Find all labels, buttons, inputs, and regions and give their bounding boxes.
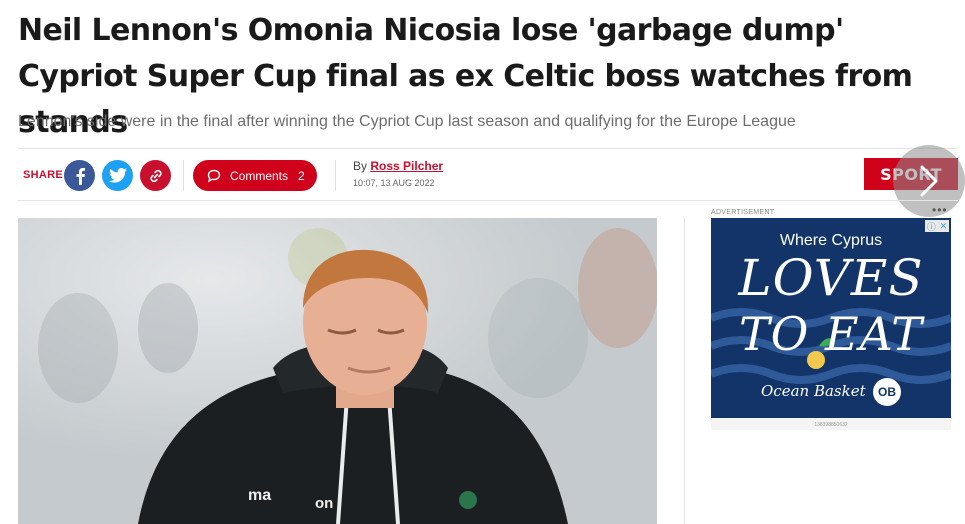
hero-image[interactable]: ma on bbox=[18, 218, 657, 524]
ad-headline-to-eat: TO EAT bbox=[739, 307, 923, 361]
advertisement-label: ADVERTISEMENT bbox=[711, 209, 775, 216]
publish-datetime: 10:07, 13 AUG 2022 bbox=[353, 178, 435, 188]
twitter-icon bbox=[108, 168, 127, 183]
chevron-right-icon bbox=[920, 165, 938, 197]
sidebar-rule bbox=[684, 218, 685, 524]
comments-label: Comments bbox=[230, 168, 289, 183]
author-link[interactable]: Ross Pilcher bbox=[370, 159, 443, 173]
ad-headline-loves: LOVES bbox=[738, 249, 924, 307]
advertisement-banner[interactable]: ⓘ ✕ Where Cyprus LOVES TO EAT Ocean Bask… bbox=[711, 218, 951, 418]
shirt-sponsor-text: ma bbox=[248, 487, 271, 504]
byline: By Ross Pilcher bbox=[353, 159, 443, 173]
next-article-button[interactable] bbox=[893, 145, 965, 217]
share-divider bbox=[183, 160, 184, 191]
shirt-badge-text: on bbox=[315, 495, 333, 512]
byline-prefix: By bbox=[353, 159, 368, 173]
copy-link-button[interactable] bbox=[140, 160, 171, 191]
article-standfirst: Lennon's side were in the final after wi… bbox=[18, 113, 796, 130]
share-label: SHARE bbox=[23, 169, 64, 181]
byline-divider bbox=[335, 160, 336, 191]
ad-tagline: Where Cyprus bbox=[779, 232, 883, 249]
link-icon bbox=[149, 169, 162, 182]
share-bar-top-rule bbox=[18, 148, 958, 149]
share-bar-bottom-rule bbox=[18, 200, 958, 201]
ad-brand-logo: Ocean Basket bbox=[761, 382, 866, 400]
ad-choices-badge[interactable]: ⓘ ✕ bbox=[925, 220, 949, 232]
hero-photo-neil-lennon: ma on bbox=[18, 218, 657, 524]
facebook-icon bbox=[76, 167, 85, 185]
facebook-share-button[interactable] bbox=[64, 160, 95, 191]
ad-id: 138398850632 bbox=[814, 422, 848, 428]
comment-bubble-icon bbox=[207, 169, 221, 182]
ad-brand-badge: OB bbox=[873, 378, 901, 406]
comments-button[interactable]: Comments 2 bbox=[193, 160, 317, 191]
ad-menu-dots[interactable]: ••• bbox=[932, 203, 948, 217]
ad-info-icon: ⓘ bbox=[926, 221, 936, 232]
ad-close-icon[interactable]: ✕ bbox=[940, 221, 948, 232]
comments-count: 2 bbox=[298, 168, 305, 183]
twitter-share-button[interactable] bbox=[102, 160, 133, 191]
